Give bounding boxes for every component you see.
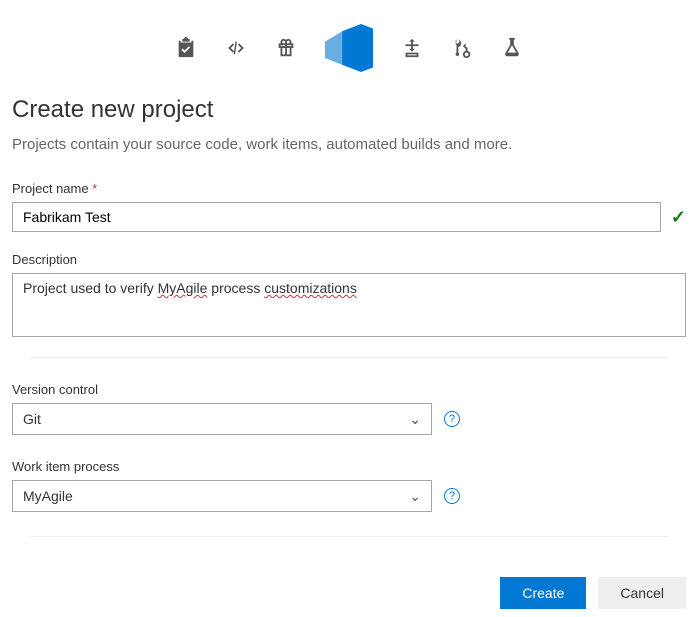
top-toolbar [12,12,686,96]
flask-icon[interactable] [501,37,523,59]
divider [30,357,668,358]
chevron-down-icon: ⌄ [409,488,421,505]
azure-devops-icon[interactable] [325,24,373,72]
project-name-input[interactable] [12,202,661,232]
work-item-process-value: MyAgile [23,488,73,504]
version-control-value: Git [23,411,41,427]
clipboard-check-icon[interactable] [175,37,197,59]
cancel-button[interactable]: Cancel [598,577,686,609]
description-input[interactable]: Project used to verify MyAgile process c… [12,273,686,337]
create-button[interactable]: Create [500,577,586,609]
version-control-label: Version control [12,382,686,397]
work-item-process-select[interactable]: MyAgile ⌄ [12,480,432,512]
pull-request-icon[interactable] [451,37,473,59]
work-item-process-label: Work item process [12,459,686,474]
gift-icon[interactable] [275,37,297,59]
check-icon: ✓ [671,207,686,228]
version-control-select[interactable]: Git ⌄ [12,403,432,435]
help-icon[interactable]: ? [444,411,460,427]
footer-actions: Create Cancel [12,561,686,609]
description-label: Description [12,252,686,267]
help-icon[interactable]: ? [444,488,460,504]
page-subtitle: Projects contain your source code, work … [12,136,686,153]
pipeline-icon[interactable] [401,37,423,59]
page-title: Create new project [12,96,686,124]
code-brackets-icon[interactable] [225,37,247,59]
project-name-label: Project name [12,181,686,196]
divider [30,536,668,537]
chevron-down-icon: ⌄ [409,411,421,428]
